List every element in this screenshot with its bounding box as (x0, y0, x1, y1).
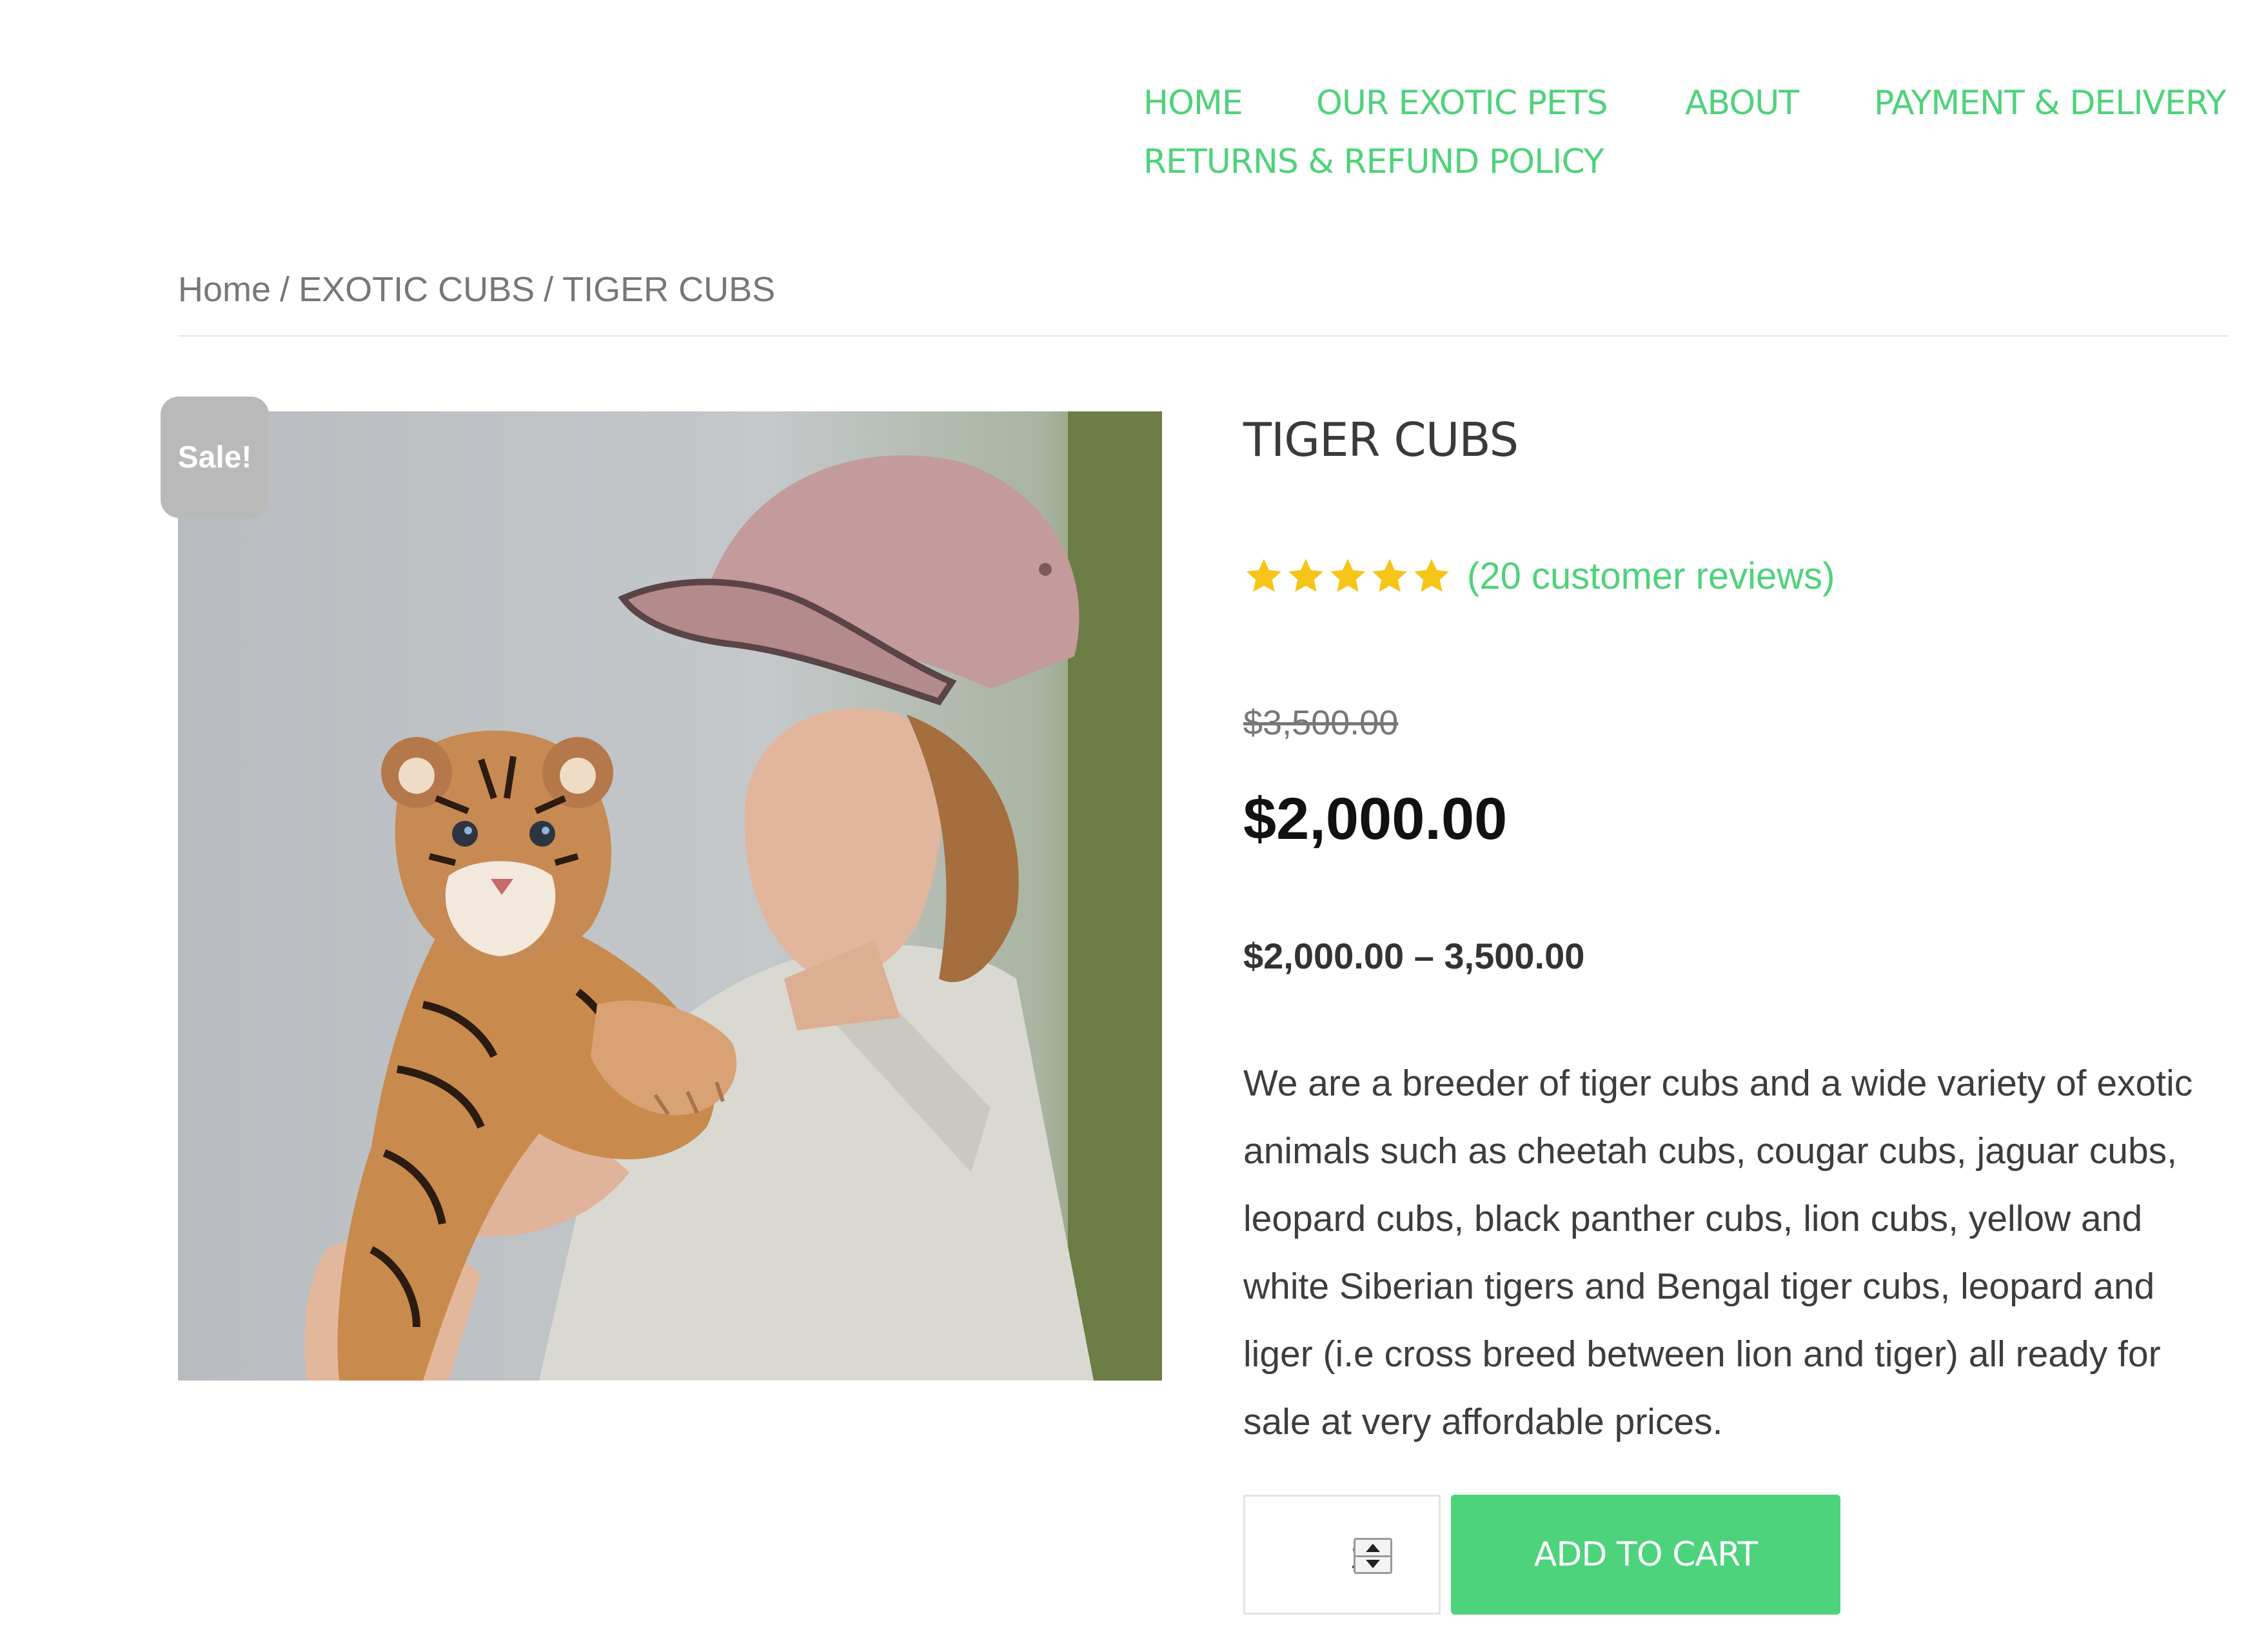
nav-item-returns-refund[interactable]: RETURNS & REFUND POLICY (1143, 143, 1604, 181)
nav-item-about[interactable]: ABOUT (1685, 84, 1799, 123)
nav-item-exotic-pets[interactable]: OUR EXOTIC PETS (1316, 84, 1608, 123)
nav-item-payment-delivery[interactable]: PAYMENT & DELIVERY (1874, 84, 2227, 123)
nav-item-home[interactable]: HOME (1143, 84, 1243, 123)
description-line: liger (i.e cross breed between lion and … (1243, 1333, 2161, 1375)
description-line: white Siberian tigers and Bengal tiger c… (1243, 1266, 2155, 1307)
description-line: sale at very affordable prices. (1243, 1401, 1723, 1442)
star-icon (1288, 558, 1323, 592)
product-photo-illustration (304, 411, 1162, 1381)
quantity-down-icon[interactable] (1366, 1560, 1380, 1568)
sale-badge: Sale! (161, 397, 269, 518)
product-image[interactable] (178, 411, 1162, 1381)
sale-price: $2,000.00 (1243, 786, 1508, 852)
breadcrumb: Home / EXOTIC CUBS / TIGER CUBS (178, 270, 775, 310)
star-icon (1414, 558, 1449, 592)
product-title: TIGER CUBS (1243, 413, 1519, 467)
regular-price: $3,500.00 (1243, 703, 1399, 742)
stepper-divider (1355, 1555, 1390, 1557)
breadcrumb-divider (178, 335, 2229, 337)
quantity-stepper[interactable] (1354, 1538, 1392, 1574)
breadcrumb-current: TIGER CUBS (562, 270, 776, 309)
description-line: leopard cubs, black panther cubs, lion c… (1243, 1198, 2143, 1239)
star-icon (1372, 558, 1407, 592)
add-to-cart-button[interactable]: ADD TO CART (1451, 1495, 1840, 1615)
breadcrumb-home[interactable]: Home (178, 270, 271, 309)
description-line: We are a breeder of tiger cubs and a wid… (1243, 1063, 2193, 1104)
breadcrumb-separator: / (280, 270, 290, 309)
rating-stars (1243, 556, 1453, 597)
quantity-box (1243, 1495, 1441, 1615)
star-icon (1330, 558, 1365, 592)
quantity-up-icon[interactable] (1366, 1544, 1380, 1552)
star-icon (1247, 558, 1281, 592)
description-line: animals such as cheetah cubs, cougar cub… (1243, 1130, 2177, 1172)
customer-reviews-link[interactable]: (20 customer reviews) (1467, 555, 1835, 598)
breadcrumb-separator: / (544, 270, 554, 309)
price-range: $2,000.00 – 3,500.00 (1243, 936, 1585, 976)
breadcrumb-exotic-cubs[interactable]: EXOTIC CUBS (299, 270, 535, 309)
product-description: We are a breeder of tiger cubs and a wid… (1243, 1050, 2211, 1456)
